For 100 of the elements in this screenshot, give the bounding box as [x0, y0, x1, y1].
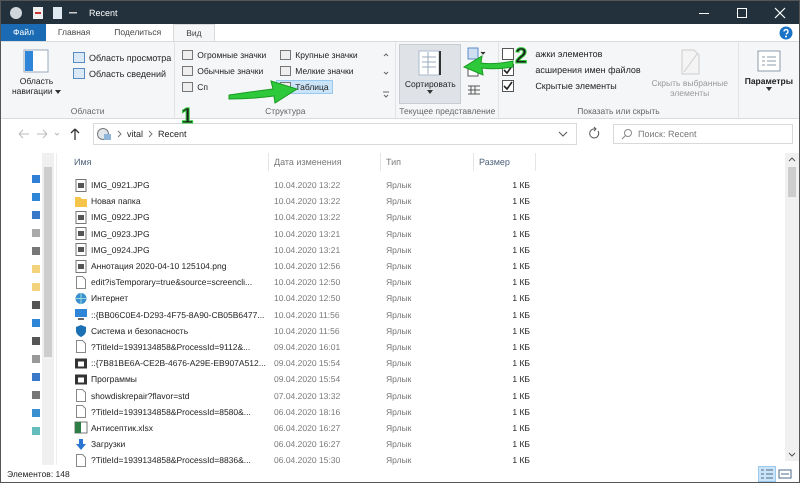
date-cell-text: 06.04.2020 18:16	[273, 406, 342, 417]
file-name-cell[interactable]: Аннотация 2020-04-10 125104.png	[69, 260, 269, 273]
size-cell-text: 1 КБ	[511, 212, 531, 222]
ribbon-tab[interactable]: Файл	[1, 24, 46, 41]
search-field[interactable]: Поиск: Recent	[613, 124, 793, 144]
dropdown-icon[interactable]	[558, 130, 568, 138]
type-cell-text: Ярлык	[385, 212, 412, 222]
size-cell-text: 1 КБ	[511, 180, 531, 190]
layout-option[interactable]: Огромные значки	[178, 48, 270, 62]
caret-icon	[55, 90, 61, 94]
checkmark-icon	[503, 65, 514, 75]
layout-option[interactable]: Крупные значки	[276, 48, 362, 62]
checkbox[interactable]	[502, 80, 514, 92]
image-file-icon	[74, 227, 88, 240]
window-icon	[74, 356, 88, 370]
scroll-thumb[interactable]	[788, 167, 796, 197]
file-name-cell[interactable]: Программы	[69, 372, 269, 386]
window-title: Recent	[89, 8, 118, 18]
size-cell-text: 1 КБ	[511, 244, 531, 255]
file-name-cell[interactable]: IMG_0921.JPG	[69, 178, 269, 192]
hidden-file-icon	[678, 48, 701, 76]
scrollbar[interactable]	[785, 153, 799, 461]
date-cell-text: 10.04.2020 13:22	[273, 180, 342, 190]
ribbon-tab[interactable]: Вид	[173, 24, 215, 41]
network-computer-icon	[96, 127, 112, 141]
file-name-cell[interactable]: showdiskrepair?flavor=std	[69, 389, 269, 402]
file-name-cell[interactable]: ::{BB06C0E4-D293-4F75-8A90-CB05B6477...	[69, 308, 269, 322]
date-cell-text: 09.04.2020 15:54	[273, 358, 342, 368]
scrollbar[interactable]	[42, 153, 54, 465]
type-cell-text: Ярлык	[385, 406, 412, 417]
column-header[interactable]: Имя	[69, 153, 269, 171]
type-cell-text: Ярлык	[385, 358, 412, 368]
ribbon-tab[interactable]: Поделиться	[102, 24, 174, 41]
type-cell-text: Ярлык	[385, 326, 412, 336]
group-label: Структура	[265, 106, 306, 118]
sort-button[interactable]: Сортировать	[399, 44, 462, 104]
layout-option[interactable]: Мелкие значки	[276, 64, 358, 78]
file-name-cell[interactable]: ?TitleId=1939134858&ProcessId=9112&...	[69, 340, 269, 354]
item-count: Элементов: 148	[7, 468, 70, 478]
checkmark-icon	[503, 81, 514, 91]
shield-icon	[74, 324, 88, 338]
column-header[interactable]: Тип	[381, 153, 474, 171]
checkbox-label[interactable]: асширения имен файлов	[535, 65, 641, 75]
breadcrumb[interactable]: vital	[127, 129, 144, 139]
download-icon	[74, 438, 88, 451]
date-cell-text: 09.04.2020 15:54	[273, 374, 342, 384]
file-name-cell[interactable]: ?TitleId=1939134858&ProcessId=8836&...	[69, 454, 269, 467]
options-button[interactable]: Параметры	[742, 44, 796, 95]
details-view-icon[interactable]	[759, 466, 775, 480]
size-cell-text: 1 КБ	[511, 261, 531, 272]
type-cell-text: Ярлык	[385, 244, 412, 255]
large-icons-view-icon[interactable]	[777, 466, 793, 480]
file-name-cell[interactable]: IMG_0922.JPG	[69, 210, 269, 224]
group-label: Показать или скрыть	[577, 106, 660, 118]
size-cell-text: 1 КБ	[511, 358, 531, 368]
size-cell-text: 1 КБ	[511, 455, 531, 466]
checkbox-label[interactable]: Скрытые элементы	[535, 81, 617, 91]
help-icon[interactable]	[779, 26, 793, 40]
file-name-cell[interactable]: Загрузки	[69, 438, 269, 451]
type-cell-text: Ярлык	[385, 261, 412, 272]
preview-pane-button[interactable]: Область просмотра	[72, 52, 172, 63]
file-name-cell[interactable]: Система и безопасность	[69, 324, 269, 338]
file-name-cell[interactable]: Новая папка	[69, 194, 269, 208]
type-cell-text: Ярлык	[385, 439, 412, 450]
file-name-cell[interactable]: IMG_0923.JPG	[69, 227, 269, 240]
column-header[interactable]: Дата изменения	[269, 153, 381, 171]
type-cell-text: Ярлык	[385, 342, 412, 352]
layout-option[interactable]: Сп	[178, 80, 212, 94]
file-name-cell[interactable]: ::{7B81BE6A-CE2B-4676-A29E-EB907A512...	[69, 356, 269, 370]
scroll-down-icon[interactable]	[787, 451, 797, 459]
file-icon	[74, 340, 88, 354]
checkbox-label[interactable]: ажки элементов	[535, 49, 602, 59]
ribbon-tab[interactable]: Главная	[46, 24, 102, 41]
date-cell-text: 06.04.2020 16:27	[273, 422, 342, 433]
size-cell-text: 1 КБ	[511, 293, 531, 304]
file-name-cell[interactable]: Интернет	[69, 292, 269, 305]
navigation-pane-button[interactable]: Область навигации	[4, 44, 69, 101]
size-cell-text: 1 КБ	[511, 406, 531, 417]
scroll-up-icon[interactable]	[787, 155, 797, 163]
caret-icon	[427, 90, 434, 94]
file-name-cell[interactable]: ?TitleId=1939134858&ProcessId=8580&...	[69, 405, 269, 418]
type-cell-text: Ярлык	[385, 277, 412, 288]
size-cell-text: 1 КБ	[511, 277, 531, 288]
file-name-cell[interactable]: Антисептик.xlsx	[69, 421, 269, 434]
file-icon	[74, 405, 88, 418]
column-header[interactable]: Размер	[474, 153, 536, 171]
file-name-cell[interactable]: edit?isTemporary=true&source=screencli...	[69, 276, 269, 289]
date-cell-text: 10.04.2020 13:21	[273, 244, 342, 255]
file-name-cell[interactable]: IMG_0924.JPG	[69, 243, 269, 256]
details-pane-button[interactable]: Область сведений	[72, 68, 172, 79]
layout-option[interactable]: Обычные значки	[178, 64, 268, 78]
address-field[interactable]: vital Recent	[93, 123, 577, 145]
date-cell-text: 10.04.2020 13:22	[273, 212, 342, 222]
chevron-icon	[148, 130, 154, 138]
size-cell-text: 1 КБ	[511, 422, 531, 433]
breadcrumb[interactable]: Recent	[158, 129, 187, 139]
date-cell-text: 10.04.2020 12:50	[273, 277, 342, 288]
size-cell-text: 1 КБ	[511, 228, 531, 239]
date-cell-text: 10.04.2020 12:50	[273, 293, 342, 304]
checkbox[interactable]	[502, 48, 514, 60]
